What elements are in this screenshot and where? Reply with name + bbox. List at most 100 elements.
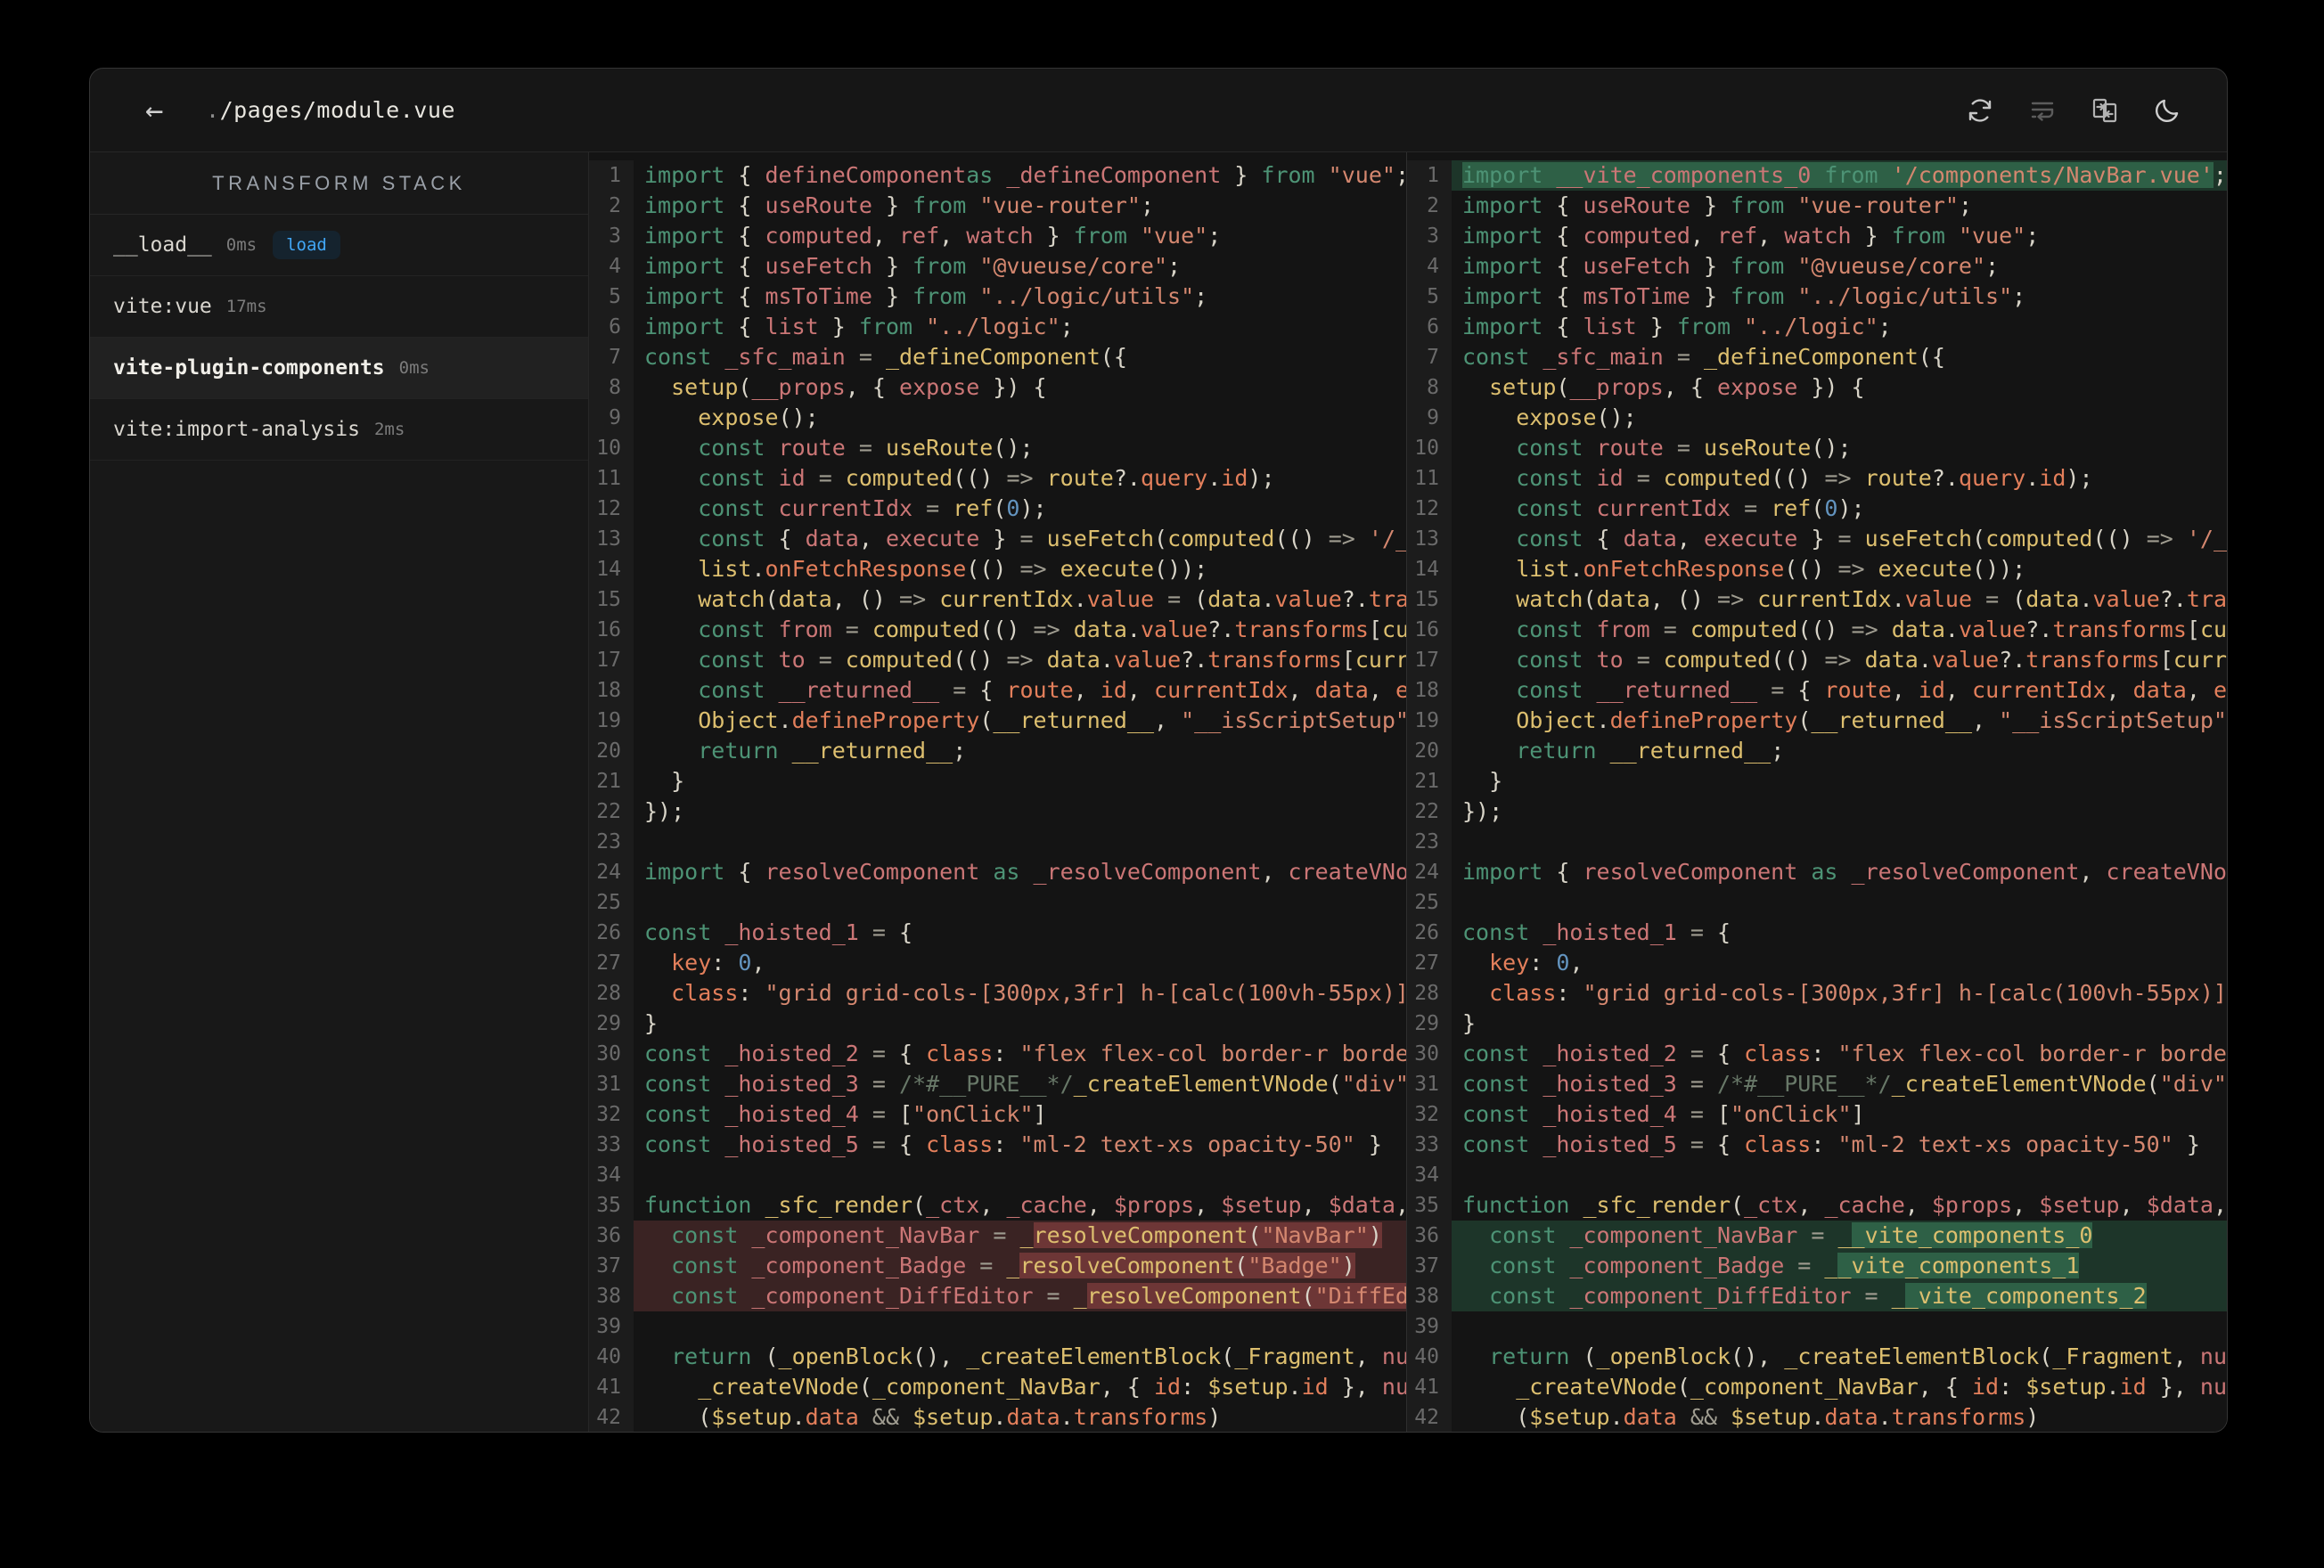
plugin-time: 0ms <box>398 358 430 378</box>
plugin-name: vite-plugin-components <box>113 356 385 380</box>
line-content: expose(); <box>698 404 819 430</box>
diff-panel-before[interactable]: 1 import { defineComponentas _defineCompo… <box>589 152 1406 1432</box>
line-content: } <box>644 1010 659 1036</box>
line-number: 14 <box>1407 554 1452 584</box>
line-number: 8 <box>1407 372 1452 403</box>
line-content: Object.defineProperty(__returned__, "__i… <box>1516 707 2227 733</box>
code-line: 20 return __returned__; <box>589 736 1406 766</box>
line-number: 10 <box>1407 433 1452 463</box>
line-content: return (_openBlock(), _createElementBloc… <box>1489 1343 2227 1369</box>
side-by-side-icon[interactable] <box>2090 95 2120 126</box>
line-number: 29 <box>589 1009 634 1039</box>
code-line: 31 const _hoisted_3 = /*#__PURE__*/_creat… <box>1407 1069 2227 1099</box>
line-content: list.onFetchResponse(() => execute()); <box>698 556 1208 582</box>
line-number: 24 <box>589 857 634 887</box>
sidebar-item-vite-import-analysis[interactable]: vite:import-analysis 2ms <box>90 399 588 461</box>
line-number: 30 <box>1407 1039 1452 1069</box>
line-content: list.onFetchResponse(() => execute()); <box>1516 556 2026 582</box>
line-content: const __returned__ = { route, id, curren… <box>1516 677 2227 703</box>
line-content: const _component_NavBar = __vite_compone… <box>1452 1221 2227 1251</box>
code-line: 10 const route = useRoute(); <box>589 433 1406 463</box>
line-content: const id = computed(() => route?.query.i… <box>1516 465 2093 491</box>
code-line: 5 import { msToTime } from "../logic/util… <box>1407 282 2227 312</box>
line-number: 19 <box>589 706 634 736</box>
line-number: 41 <box>589 1372 634 1402</box>
line-content: key: 0, <box>671 950 765 976</box>
line-content <box>1452 1311 2227 1342</box>
code-line: 37 const _component_Badge = __vite_compo… <box>1407 1251 2227 1281</box>
toolbar-icons <box>1965 95 2182 126</box>
line-content: import __vite_components_0 from '/compon… <box>1452 160 2227 191</box>
code-line: 3 import { computed, ref, watch } from "v… <box>589 221 1406 251</box>
line-content: ($setup.data && $setup.data.transforms) <box>1462 1404 2040 1430</box>
line-number: 16 <box>589 615 634 645</box>
line-content: const route = useRoute(); <box>698 435 1034 461</box>
line-number: 16 <box>1407 615 1452 645</box>
sidebar-item--load-[interactable]: __load__ 0ms load <box>90 215 588 276</box>
dark-mode-icon[interactable] <box>2152 95 2182 126</box>
main-area: TRANSFORM STACK __load__ 0ms load vite:vue 1… <box>90 152 2227 1432</box>
diff-panel-after[interactable]: 1 import __vite_components_0 from '/compo… <box>1406 152 2227 1432</box>
line-content: import { resolveComponent as _resolveCom… <box>644 859 1406 885</box>
line-content: ($setup.data && $setup.data.transforms) <box>644 1404 1222 1430</box>
code-line: 11 const id = computed(() => route?.quer… <box>1407 463 2227 494</box>
code-line: 42 ($setup.data && $setup.data.transform… <box>1407 1402 2227 1432</box>
line-content: const _hoisted_2 = { class: "flex flex-c… <box>644 1041 1406 1066</box>
line-content: import { useRoute } from "vue-router"; <box>1462 192 1972 218</box>
line-content: const _sfc_main = _defineComponent({ <box>644 344 1127 370</box>
line-number: 3 <box>589 221 634 251</box>
code-line: 6 import { list } from "../logic"; <box>1407 312 2227 342</box>
line-number: 31 <box>589 1069 634 1099</box>
line-number: 35 <box>1407 1190 1452 1221</box>
line-number: 18 <box>1407 675 1452 706</box>
line-content: const currentIdx = ref(0); <box>1516 495 1865 521</box>
line-number: 1 <box>1407 160 1452 191</box>
code-line: 35 function _sfc_render(_ctx, _cache, $pr… <box>589 1190 1406 1221</box>
line-content: const to = computed(() => data.value?.tr… <box>698 647 1406 673</box>
line-content: const _hoisted_2 = { class: "flex flex-c… <box>1462 1041 2227 1066</box>
line-number: 24 <box>1407 857 1452 887</box>
line-number: 1 <box>589 160 634 191</box>
refresh-icon[interactable] <box>1965 95 1995 126</box>
line-number: 15 <box>1407 584 1452 615</box>
line-content: } <box>1462 1010 1477 1036</box>
sidebar-item-vite-vue[interactable]: vite:vue 17ms <box>90 276 588 338</box>
code-line: 14 list.onFetchResponse(() => execute())… <box>1407 554 2227 584</box>
line-number: 8 <box>589 372 634 403</box>
back-button[interactable]: ← <box>145 95 181 126</box>
plugin-name: vite:import-analysis <box>113 418 360 441</box>
line-number: 23 <box>589 827 634 857</box>
sidebar-item-vite-plugin-components[interactable]: vite-plugin-components 0ms <box>90 338 588 399</box>
line-number: 32 <box>1407 1099 1452 1130</box>
line-content: const { data, execute } = useFetch(compu… <box>1516 526 2227 551</box>
line-content: const _hoisted_4 = ["onClick"] <box>644 1101 1047 1127</box>
line-content: setup(__props, { expose }) { <box>671 374 1047 400</box>
line-number: 35 <box>589 1190 634 1221</box>
code-line: 38 const _component_DiffEditor = __vite_… <box>1407 1281 2227 1311</box>
line-content <box>634 887 1406 918</box>
line-number: 12 <box>589 494 634 524</box>
code-line: 41 _createVNode(_component_NavBar, { id:… <box>589 1372 1406 1402</box>
code-line: 32 const _hoisted_4 = ["onClick"] <box>1407 1099 2227 1130</box>
line-number: 27 <box>589 948 634 978</box>
line-number: 20 <box>1407 736 1452 766</box>
code-line: 27 key: 0, <box>1407 948 2227 978</box>
code-line: 23 <box>589 827 1406 857</box>
code-line: 21 } <box>1407 766 2227 796</box>
line-number: 30 <box>589 1039 634 1069</box>
inline-diff-icon[interactable] <box>2027 95 2058 126</box>
code-line: 2 import { useRoute } from "vue-router"; <box>1407 191 2227 221</box>
line-number: 38 <box>1407 1281 1452 1311</box>
code-line: 17 const to = computed(() => data.value?… <box>589 645 1406 675</box>
line-content: const _hoisted_1 = { <box>644 919 913 945</box>
code-line: 39 <box>1407 1311 2227 1342</box>
code-line: 30 const _hoisted_2 = { class: "flex flex… <box>1407 1039 2227 1069</box>
line-number: 34 <box>1407 1160 1452 1190</box>
line-number: 11 <box>589 463 634 494</box>
line-content: return __returned__; <box>698 738 967 764</box>
line-number: 2 <box>589 191 634 221</box>
line-content: const _component_NavBar = _resolveCompon… <box>634 1221 1406 1251</box>
code-line: 24 import { resolveComponent as _resolveC… <box>1407 857 2227 887</box>
code-line: 13 const { data, execute } = useFetch(co… <box>589 524 1406 554</box>
line-number: 22 <box>589 796 634 827</box>
